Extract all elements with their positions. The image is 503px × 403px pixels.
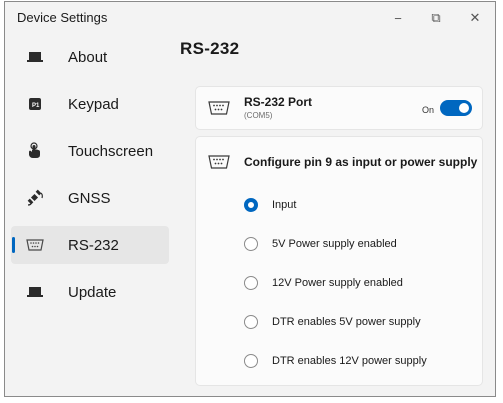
sidebar-item-about[interactable]: About: [11, 38, 169, 76]
sidebar-item-gnss[interactable]: GNSS: [11, 179, 169, 217]
serial-port-icon: [208, 101, 230, 120]
radio-label: 5V Power supply enabled: [272, 238, 397, 250]
selection-indicator: [12, 237, 15, 253]
radio-option-dtr-5v[interactable]: DTR enables 5V power supply: [244, 312, 421, 332]
laptop-icon: [25, 49, 45, 65]
sidebar-item-label: Keypad: [68, 95, 119, 113]
radio-button[interactable]: [244, 237, 258, 251]
satellite-icon: [25, 189, 45, 206]
toggle-knob: [459, 103, 469, 113]
sidebar-item-update[interactable]: Update: [11, 273, 169, 311]
port-title: RS-232 Port: [244, 95, 313, 109]
title-bar: Device Settings − ⧉ ✕: [5, 2, 495, 34]
close-button[interactable]: ✕: [457, 6, 493, 30]
app-title: Device Settings: [17, 10, 108, 25]
port-subtitle: (COM5): [244, 111, 273, 120]
radio-label: 12V Power supply enabled: [272, 277, 403, 289]
sidebar-item-rs232[interactable]: RS-232: [11, 226, 169, 264]
sidebar-item-touchscreen[interactable]: Touchscreen: [11, 132, 169, 170]
minimize-button[interactable]: −: [380, 6, 416, 30]
keypad-icon: P1: [25, 96, 45, 112]
radio-option-dtr-12v[interactable]: DTR enables 12V power supply: [244, 351, 427, 371]
sidebar-item-label: About: [68, 48, 108, 66]
svg-text:P1: P1: [32, 103, 40, 109]
sidebar-item-label: Update: [68, 283, 117, 301]
radio-button[interactable]: [244, 354, 258, 368]
page-title: RS-232: [180, 39, 240, 58]
radio-option-5v[interactable]: 5V Power supply enabled: [244, 234, 397, 254]
close-icon: ✕: [469, 10, 481, 25]
sidebar-item-label: GNSS: [68, 189, 111, 207]
restore-icon: ⧉: [431, 10, 441, 25]
sidebar-nav: About P1 Keypad Touchscreen GNSS RS-232 …: [11, 38, 169, 320]
toggle-state-label: On: [422, 105, 435, 115]
radio-button[interactable]: [244, 198, 258, 212]
minimize-icon: −: [394, 10, 402, 26]
serial-port-icon: [25, 237, 45, 253]
port-toggle-switch[interactable]: [440, 100, 472, 116]
touch-hand-icon: [25, 142, 45, 159]
radio-option-12v[interactable]: 12V Power supply enabled: [244, 273, 403, 293]
sidebar-item-label: Touchscreen: [68, 142, 154, 160]
radio-option-input[interactable]: Input: [244, 195, 296, 215]
radio-label: DTR enables 5V power supply: [272, 316, 421, 328]
pin9-title: Configure pin 9 as input or power supply: [244, 155, 478, 169]
radio-button[interactable]: [244, 276, 258, 290]
laptop-icon: [25, 284, 45, 300]
pin9-config-card: Configure pin 9 as input or power supply…: [195, 136, 483, 386]
sidebar-item-label: RS-232: [68, 236, 119, 254]
serial-port-icon: [208, 155, 230, 174]
device-settings-window: Device Settings − ⧉ ✕ About P1 Keypad To…: [4, 1, 496, 397]
radio-button[interactable]: [244, 315, 258, 329]
radio-label: DTR enables 12V power supply: [272, 355, 427, 367]
radio-label: Input: [272, 199, 297, 211]
restore-button[interactable]: ⧉: [418, 6, 454, 30]
rs232-port-card: RS-232 Port (COM5) On: [195, 86, 483, 130]
sidebar-item-keypad[interactable]: P1 Keypad: [11, 85, 169, 123]
